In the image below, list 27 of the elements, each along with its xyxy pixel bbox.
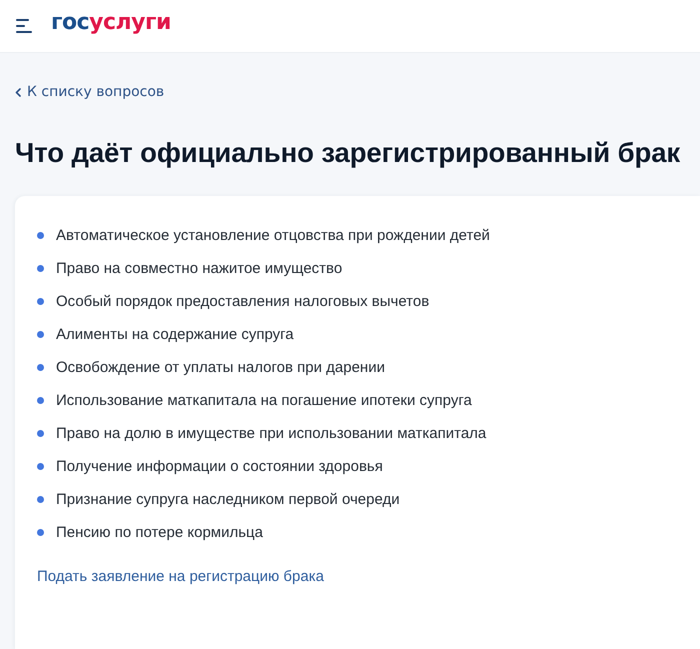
bullet-icon [37,397,44,404]
page-title: Что даёт официально зарегистрированный брак [15,136,682,169]
menu-button[interactable] [15,18,34,34]
bullet-icon [37,331,44,338]
list-item-text: Признание супруга наследником первой очереди [56,490,400,509]
list-item-text: Алименты на содержание супруга [56,325,294,344]
menu-icon [15,18,34,34]
list-item-text: Пенсию по потере кормильца [56,523,263,542]
bullet-icon [37,364,44,371]
list-item-text: Использование маткапитала на погашение ипотеки супруга [56,391,472,410]
back-link[interactable]: К списку вопросов [15,84,164,100]
list-item-text: Получение информации о состоянии здоровья [56,457,383,476]
apply-link[interactable]: Подать заявление на регистрацию брака [37,567,324,586]
chevron-left-icon [15,88,21,96]
bullet-icon [37,463,44,470]
bullet-icon [37,232,44,239]
bullet-icon [37,265,44,272]
logo[interactable]: госуслуги [51,12,171,34]
bullet-icon [37,529,44,536]
list-item-text: Автоматическое установление отцовства при рождении детей [56,226,490,245]
bullet-icon [37,496,44,503]
bullet-icon [37,430,44,437]
list-item-text: Право на совместно нажитое имущество [56,259,342,278]
list-item-text: Право на долю в имуществе при использовании маткапитала [56,424,486,443]
bullet-icon [37,298,44,305]
list-item-text: Освобождение от уплаты налогов при дарении [56,358,385,377]
list-item-text: Особый порядок предоставления налоговых вычетов [56,292,430,311]
